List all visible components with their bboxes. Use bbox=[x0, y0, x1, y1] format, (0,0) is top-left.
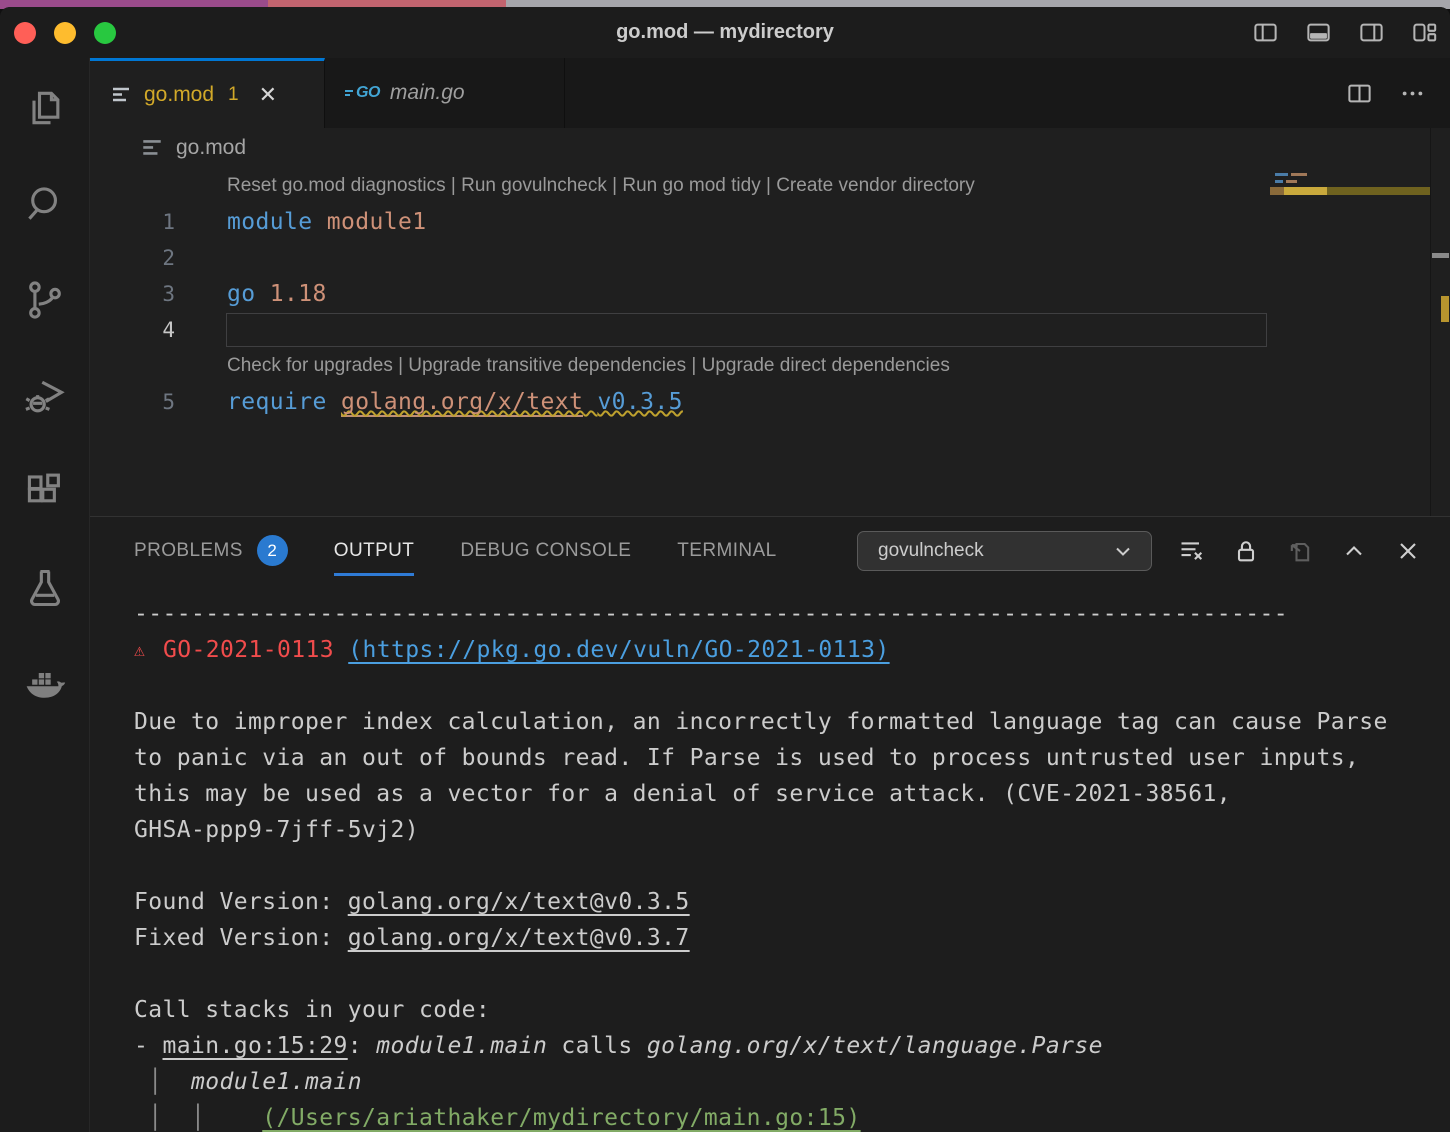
code-line-3[interactable]: 3 go 1.18 bbox=[90, 276, 1450, 312]
tab-output[interactable]: OUTPUT bbox=[334, 540, 415, 562]
run-and-debug-icon[interactable] bbox=[23, 374, 67, 418]
code-line-1[interactable]: 1 module module1 bbox=[90, 204, 1450, 240]
toggle-secondary-sidebar-icon[interactable] bbox=[1358, 19, 1385, 46]
code-line-2[interactable]: 2 bbox=[90, 240, 1450, 276]
tab-warning-badge: 1 bbox=[228, 84, 239, 106]
current-line-highlight bbox=[226, 313, 1267, 347]
minimap-warning-band bbox=[1270, 187, 1430, 195]
chevron-down-icon bbox=[1111, 539, 1135, 563]
vscode-window: go.mod — mydirectory bbox=[0, 7, 1450, 1132]
description-line: GHSA-ppp9-7jff-5vj2) bbox=[134, 812, 1450, 848]
lock-scroll-icon[interactable] bbox=[1232, 537, 1260, 565]
testing-icon[interactable] bbox=[23, 566, 67, 610]
found-version-link[interactable]: golang.org/x/text@v0.3.5 bbox=[348, 889, 690, 915]
vulnerability-heading: ⚠GO-2021-0113 (https://pkg.go.dev/vuln/G… bbox=[134, 632, 1450, 668]
breadcrumb-filename: go.mod bbox=[176, 136, 246, 160]
codelens-module[interactable]: Reset go.mod diagnostics | Run govulnche… bbox=[90, 168, 1450, 204]
problems-count-badge: 2 bbox=[257, 535, 288, 566]
warning-icon: ⚠ bbox=[134, 640, 163, 661]
panel-header: PROBLEMS 2 OUTPUT DEBUG CONSOLE TERMINAL… bbox=[90, 517, 1450, 584]
minimap[interactable] bbox=[1270, 128, 1430, 516]
tab-terminal[interactable]: TERMINAL bbox=[677, 540, 776, 562]
tab-label: main.go bbox=[390, 81, 465, 105]
traffic-lights bbox=[14, 7, 116, 58]
overview-ruler[interactable] bbox=[1430, 128, 1450, 516]
cursor-line-marker bbox=[1432, 253, 1449, 258]
description-line: this may be used as a vector for a denia… bbox=[134, 776, 1450, 812]
output-separator: ----------------------------------------… bbox=[134, 596, 1450, 632]
codelens-require[interactable]: Check for upgrades | Upgrade transitive … bbox=[90, 348, 1450, 384]
description-line: Due to improper index calculation, an in… bbox=[134, 704, 1450, 740]
call-stack-frame: │ module1.main bbox=[134, 1064, 1450, 1100]
breadcrumb[interactable]: go.mod bbox=[90, 128, 1450, 168]
toggle-primary-sidebar-icon[interactable] bbox=[1252, 19, 1279, 46]
stack-file-link[interactable]: (/Users/ariathaker/mydirectory/main.go:1… bbox=[262, 1105, 860, 1131]
editor-actions bbox=[1346, 58, 1450, 128]
bottom-panel: PROBLEMS 2 OUTPUT DEBUG CONSOLE TERMINAL… bbox=[90, 516, 1450, 1132]
output-console: ----------------------------------------… bbox=[90, 584, 1450, 1132]
open-output-in-editor-icon[interactable] bbox=[1286, 537, 1314, 565]
source-control-icon[interactable] bbox=[23, 278, 67, 322]
customize-layout-icon[interactable] bbox=[1411, 19, 1438, 46]
tab-label: go.mod bbox=[144, 83, 214, 107]
tab-main-go[interactable]: GO main.go bbox=[325, 58, 565, 128]
toggle-panel-icon[interactable] bbox=[1305, 19, 1332, 46]
line-number: 3 bbox=[90, 282, 227, 306]
warning-marker bbox=[1441, 296, 1449, 322]
maximize-panel-icon[interactable] bbox=[1340, 537, 1368, 565]
fixed-version-line: Fixed Version: golang.org/x/text@v0.3.7 bbox=[134, 920, 1450, 956]
screen: go.mod — mydirectory bbox=[0, 0, 1450, 1132]
vulnerability-link[interactable]: (https://pkg.go.dev/vuln/GO-2021-0113) bbox=[348, 637, 889, 663]
found-version-line: Found Version: golang.org/x/text@v0.3.5 bbox=[134, 884, 1450, 920]
tab-debug-console[interactable]: DEBUG CONSOLE bbox=[460, 540, 631, 562]
call-stacks-heading: Call stacks in your code: bbox=[134, 992, 1450, 1028]
editor-tab-bar: go.mod 1 ✕ GO main.go bbox=[90, 58, 1450, 128]
activity-bar bbox=[0, 58, 90, 1132]
more-actions-icon[interactable] bbox=[1399, 80, 1426, 107]
title-bar: go.mod — mydirectory bbox=[0, 7, 1450, 58]
editor-pane: go.mod Reset go.mod diagnostics | Run go… bbox=[90, 128, 1450, 516]
split-editor-icon[interactable] bbox=[1346, 80, 1373, 107]
docker-icon[interactable] bbox=[23, 662, 67, 706]
code-line-4-current[interactable]: 4 bbox=[90, 312, 1450, 348]
code-line-5[interactable]: 5 require golang.org/x/text v0.3.5 bbox=[90, 384, 1450, 420]
clear-output-icon[interactable] bbox=[1178, 537, 1206, 565]
line-number: 5 bbox=[90, 390, 227, 414]
minimize-window-button[interactable] bbox=[54, 22, 76, 44]
window-title: go.mod — mydirectory bbox=[0, 7, 1450, 58]
go-mod-file-icon bbox=[140, 136, 164, 160]
go-speed-lines bbox=[345, 88, 353, 98]
tab-go-mod[interactable]: go.mod 1 ✕ bbox=[90, 58, 325, 128]
tab-close-icon[interactable]: ✕ bbox=[259, 82, 277, 108]
search-icon[interactable] bbox=[23, 182, 67, 226]
go-file-icon: GO bbox=[345, 84, 380, 102]
line-number: 2 bbox=[90, 246, 227, 270]
tab-problems[interactable]: PROBLEMS 2 bbox=[134, 535, 288, 566]
line-number: 1 bbox=[90, 210, 227, 234]
stack-location-link[interactable]: main.go:15:29 bbox=[163, 1033, 348, 1059]
line-number: 4 bbox=[90, 318, 227, 342]
extensions-icon[interactable] bbox=[23, 470, 67, 514]
close-window-button[interactable] bbox=[14, 22, 36, 44]
explorer-icon[interactable] bbox=[23, 86, 67, 130]
call-stack-path: │ │ (/Users/ariathaker/mydirectory/main.… bbox=[134, 1100, 1450, 1132]
output-channel-select[interactable]: govulncheck bbox=[857, 531, 1152, 571]
description-line: to panic via an out of bounds read. If P… bbox=[134, 740, 1450, 776]
go-mod-file-icon bbox=[110, 84, 132, 106]
call-stack-entry: - main.go:15:29: module1.main calls gola… bbox=[134, 1028, 1450, 1064]
close-panel-icon[interactable] bbox=[1394, 537, 1422, 565]
fixed-version-link[interactable]: golang.org/x/text@v0.3.7 bbox=[348, 925, 690, 951]
package-link[interactable]: golang.org/x/text bbox=[341, 389, 583, 417]
zoom-window-button[interactable] bbox=[94, 22, 116, 44]
